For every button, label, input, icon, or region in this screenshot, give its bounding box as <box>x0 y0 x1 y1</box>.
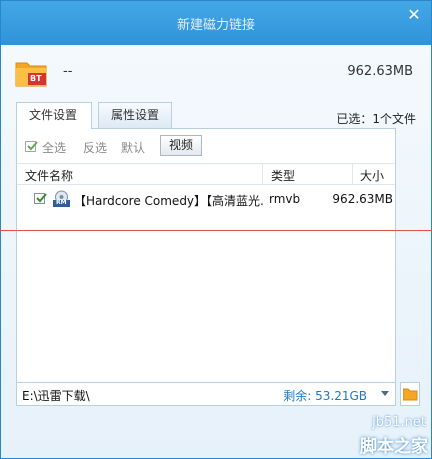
torrent-name: -- <box>63 64 73 79</box>
video-filter-button[interactable]: 视频 <box>160 135 202 156</box>
bt-folder-icon: BT <box>15 59 49 87</box>
save-path-field[interactable]: E:\迅雷下载\ 剩余: 53.21GB <box>16 382 396 406</box>
select-all-checkbox[interactable] <box>25 141 38 152</box>
free-space-label: 剩余: 53.21GB <box>283 389 367 403</box>
title-bar[interactable]: 新建磁力链接 ✕ <box>1 1 431 45</box>
watermark-name: 脚本之家 <box>360 437 428 457</box>
tab-property-settings[interactable]: 属性设置 <box>98 102 172 128</box>
rm-icon-label: RM <box>56 199 67 206</box>
watermark-site: jb51.net <box>372 415 426 430</box>
dialog-body: BT -- 962.63MB 文件设置 属性设置 已选：1个文件 全选 反选 默… <box>1 45 431 458</box>
save-path-value[interactable]: E:\迅雷下载\ <box>22 387 90 404</box>
file-name: 【Hardcore Comedy】【高清蓝光... <box>74 194 264 208</box>
select-all-link[interactable]: 全选 <box>42 139 66 156</box>
column-name[interactable]: 文件名称 <box>25 167 73 184</box>
close-button[interactable]: ✕ <box>405 6 423 24</box>
file-checkbox[interactable] <box>34 193 47 204</box>
red-guide-line <box>0 230 432 231</box>
file-size: 962.63MB <box>332 192 393 206</box>
file-toolbar: 全选 反选 默认 视频 <box>17 129 395 163</box>
column-divider[interactable] <box>352 164 353 184</box>
column-size[interactable]: 大小 <box>360 167 384 184</box>
invert-selection-link[interactable]: 反选 <box>83 139 107 156</box>
folder-icon <box>403 388 418 401</box>
column-header: 文件名称 类型 大小 <box>17 163 395 185</box>
site-watermark: jb51.net 脚本之家 <box>340 415 430 457</box>
file-type: rmvb <box>269 192 301 206</box>
column-type[interactable]: 类型 <box>271 167 295 184</box>
selected-count: 已选：1个文件 <box>336 112 416 126</box>
browse-folder-button[interactable] <box>400 382 420 406</box>
column-divider[interactable] <box>262 164 263 184</box>
rm-file-icon: RM <box>52 190 71 208</box>
default-selection-link[interactable]: 默认 <box>121 139 145 156</box>
torrent-total-size: 962.63MB <box>347 64 413 79</box>
chevron-down-icon[interactable] <box>381 391 389 396</box>
bt-badge: BT <box>30 74 42 83</box>
tab-file-settings[interactable]: 文件设置 <box>16 102 92 129</box>
file-row[interactable]: RM 【Hardcore Comedy】【高清蓝光... rmvb 962.63… <box>17 188 395 210</box>
file-panel: 全选 反选 默认 视频 文件名称 类型 大小 RM 【Hardcore Come… <box>16 128 396 405</box>
window-title: 新建磁力链接 <box>176 18 255 33</box>
